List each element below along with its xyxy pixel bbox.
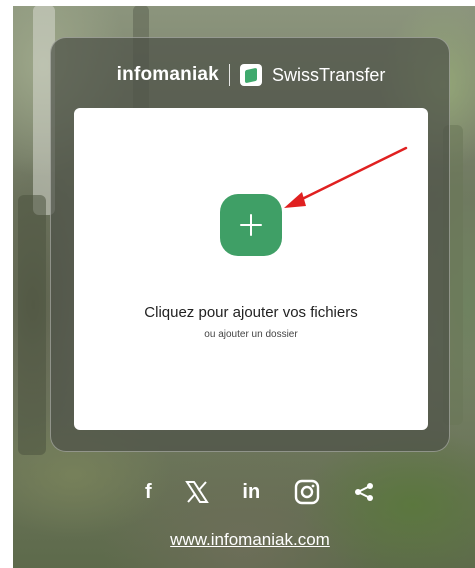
add-files-button[interactable] — [220, 194, 282, 256]
instagram-icon[interactable] — [294, 478, 320, 506]
facebook-icon[interactable]: f — [145, 478, 152, 506]
x-icon[interactable] — [185, 478, 209, 506]
swisstransfer-logo-mark — [244, 67, 257, 83]
plus-icon-vertical — [249, 214, 253, 236]
infomaniak-logo[interactable]: infomaniak — [117, 64, 219, 86]
upload-card: infomaniak SwissTransfer Cliquez pour aj… — [50, 37, 450, 452]
swisstransfer-logo-icon — [239, 64, 262, 86]
share-icon[interactable] — [353, 478, 375, 506]
file-dropzone[interactable]: Cliquez pour ajouter vos fichiers ou ajo… — [74, 108, 428, 430]
background-tree — [18, 195, 46, 455]
infomaniak-website-link[interactable]: www.infomaniak.com — [0, 530, 475, 550]
add-folder-link[interactable]: ou ajouter un dossier — [74, 329, 428, 340]
brand-header: infomaniak SwissTransfer — [51, 62, 451, 88]
linkedin-icon[interactable]: in — [242, 478, 260, 506]
add-files-label[interactable]: Cliquez pour ajouter vos fichiers — [74, 304, 428, 321]
top-margin — [13, 0, 475, 6]
swisstransfer-name[interactable]: SwissTransfer — [272, 65, 385, 86]
brand-divider — [228, 64, 230, 86]
social-links: f in — [145, 478, 375, 506]
